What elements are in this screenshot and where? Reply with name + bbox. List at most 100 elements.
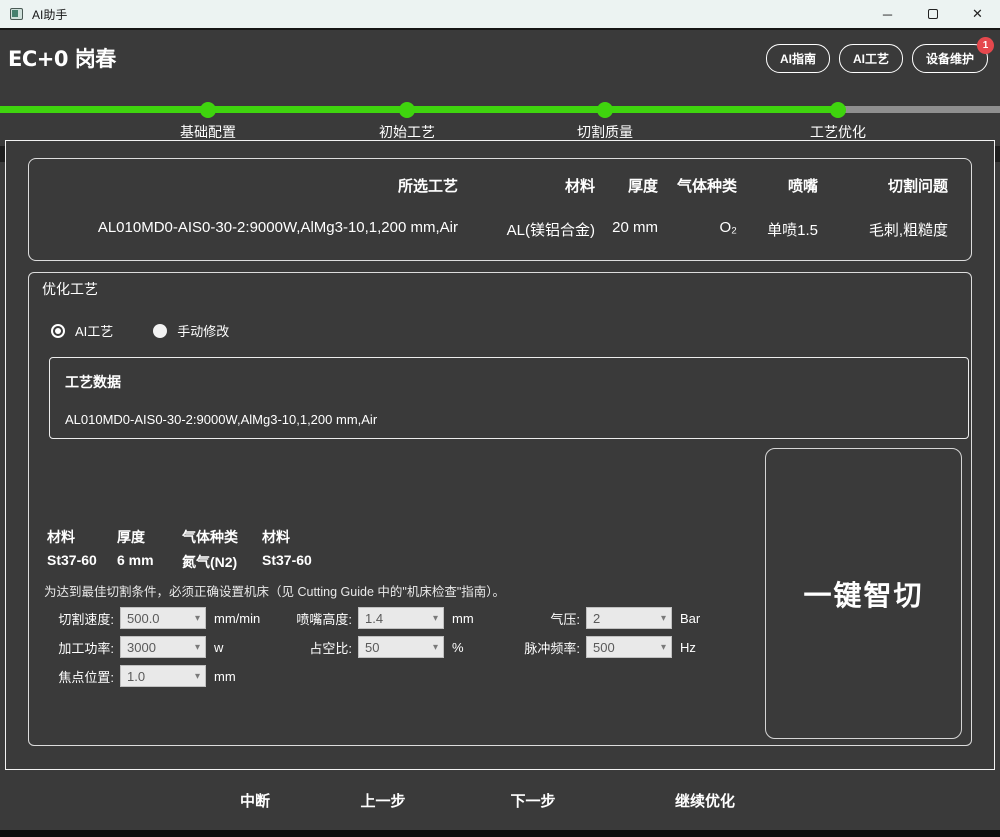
material-info-item: 气体种类 氮气(N2) [182,527,262,572]
thickness-value: 6 mm [117,552,182,568]
cell-material: AL(镁铝合金) [458,219,595,240]
maximize-button[interactable] [910,0,955,28]
col-header-material: 材料 [458,175,595,196]
cutting-speed-unit: mm/min [214,611,284,626]
bottom-edge [0,830,1000,837]
optimize-process-groupbox: 优化工艺 AI工艺 手动修改 工艺数据 AL010MD0-AIS0-30-2:9… [28,272,972,746]
selected-process-summary-card: 所选工艺 材料 厚度 气体种类 喷嘴 切割问题 AL010MD0-AIS0-30… [28,158,972,261]
laser-power-value: 3000 [121,640,195,655]
mode-radio-group: AI工艺 手动修改 [51,321,971,340]
notification-badge: 1 [977,37,994,54]
ai-process-button[interactable]: AI工艺 [839,44,903,73]
device-maintenance-button[interactable]: 设备维护 1 [912,44,988,73]
gas-pressure-value: 2 [587,611,661,626]
material2-value: St37-60 [262,552,312,568]
material-info-item: 厚度 6 mm [117,527,182,572]
ai-process-radio-label[interactable]: AI工艺 [75,321,113,340]
minimize-button[interactable]: ─ [865,0,910,28]
cutting-speed-select[interactable]: 500.0 ▾ [120,607,206,629]
duty-cycle-value: 50 [359,640,433,655]
gas-type-label: 气体种类 [182,527,262,547]
gas-type-value: 氮气(N2) [182,552,262,572]
window-title: AI助手 [32,6,67,23]
step-label-cut-quality[interactable]: 切割质量 [577,122,633,142]
col-header-cut-issue: 切割问题 [818,175,948,196]
cutting-speed-value: 500.0 [121,611,195,626]
footer-bar: 中断 上一步 下一步 继续优化 [0,770,1000,830]
chevron-down-icon: ▾ [195,613,205,624]
cell-nozzle: 单喷1.5 [737,219,818,240]
focus-position-label: 焦点位置: [42,667,114,686]
cutting-speed-label: 切割速度: [42,609,114,628]
abort-button[interactable]: 中断 [240,790,270,811]
material-label: 材料 [47,527,117,547]
gas-pressure-label: 气压: [482,609,580,628]
chevron-down-icon: ▾ [433,642,443,653]
laser-power-select[interactable]: 3000 ▾ [120,636,206,658]
laser-power-label: 加工功率: [42,638,114,657]
pulse-frequency-value: 500 [587,640,661,655]
col-header-nozzle: 喷嘴 [737,175,818,196]
brand-logo: EC+0 岗春 [8,43,116,73]
chevron-down-icon: ▾ [433,613,443,624]
manual-edit-radio-label[interactable]: 手动修改 [177,321,229,340]
gas-pressure-select[interactable]: 2 ▾ [586,607,672,629]
step-dot-basic-config [200,102,216,118]
duty-cycle-label: 占空比: [284,638,352,657]
close-button[interactable]: ✕ [955,0,1000,28]
step-dot-cut-quality [597,102,613,118]
gas-pressure-unit: Bar [680,611,700,626]
app-window-icon [10,8,23,20]
process-data-value: AL010MD0-AIS0-30-2:9000W,AlMg3-10,1,200 … [65,412,968,427]
material-value: St37-60 [47,552,117,568]
main-content: 所选工艺 材料 厚度 气体种类 喷嘴 切割问题 AL010MD0-AIS0-30… [5,140,995,770]
nozzle-height-select[interactable]: 1.4 ▾ [358,607,444,629]
nozzle-height-unit: mm [452,611,482,626]
col-header-selected-process: 所选工艺 [54,175,458,196]
chevron-down-icon: ▾ [195,671,205,682]
duty-cycle-unit: % [452,640,482,655]
ai-process-radio[interactable] [51,324,65,338]
nozzle-height-value: 1.4 [359,611,433,626]
duty-cycle-select[interactable]: 50 ▾ [358,636,444,658]
continue-optimize-button[interactable]: 继续优化 [675,790,735,811]
col-header-gas-type: 气体种类 [658,175,737,196]
material-info-item: 材料 St37-60 [47,527,117,572]
pulse-frequency-unit: Hz [680,640,696,655]
material-info-item: 材料 St37-60 [262,527,312,572]
thickness-label: 厚度 [117,527,182,547]
focus-position-select[interactable]: 1.0 ▾ [120,665,206,687]
focus-position-unit: mm [214,669,284,684]
pulse-frequency-label: 脉冲频率: [482,638,580,657]
manual-edit-radio[interactable] [153,324,167,338]
next-step-button[interactable]: 下一步 [510,790,555,811]
step-dot-initial-process [399,102,415,118]
col-header-thickness: 厚度 [595,175,658,196]
step-label-basic-config[interactable]: 基础配置 [180,122,236,142]
maximize-icon [928,9,938,19]
table-row: AL010MD0-AIS0-30-2:9000W,AlMg3-10,1,200 … [54,196,946,240]
chevron-down-icon: ▾ [195,642,205,653]
focus-position-value: 1.0 [121,669,195,684]
nozzle-height-label: 喷嘴高度: [284,609,352,628]
progress-track-fill [0,106,840,113]
cell-thickness: 20 mm [595,219,658,240]
title-bar: AI助手 ─ ✕ [0,0,1000,30]
chevron-down-icon: ▾ [661,613,671,624]
previous-step-button[interactable]: 上一步 [360,790,405,811]
pulse-frequency-select[interactable]: 500 ▾ [586,636,672,658]
progress-stepper: 基础配置 初始工艺 切割质量 工艺优化 [0,94,1000,144]
cell-selected-process: AL010MD0-AIS0-30-2:9000W,AlMg3-10,1,200 … [54,219,458,240]
laser-power-unit: w [214,640,284,655]
ai-guide-button[interactable]: AI指南 [766,44,830,73]
cell-cut-issue: 毛刺,粗糙度 [818,219,948,240]
step-label-initial-process[interactable]: 初始工艺 [379,122,435,142]
one-click-smart-cut-button[interactable]: 一键智切 [765,448,962,739]
header: EC+0 岗春 AI指南 AI工艺 设备维护 1 [0,30,1000,86]
summary-header-row: 所选工艺 材料 厚度 气体种类 喷嘴 切割问题 [54,175,946,196]
device-maintenance-label: 设备维护 [926,52,974,66]
process-data-box: 工艺数据 AL010MD0-AIS0-30-2:9000W,AlMg3-10,1… [49,357,969,439]
step-label-process-optimize[interactable]: 工艺优化 [810,122,866,142]
cell-gas-type: O₂ [658,219,737,240]
window-controls: ─ ✕ [865,0,1000,28]
